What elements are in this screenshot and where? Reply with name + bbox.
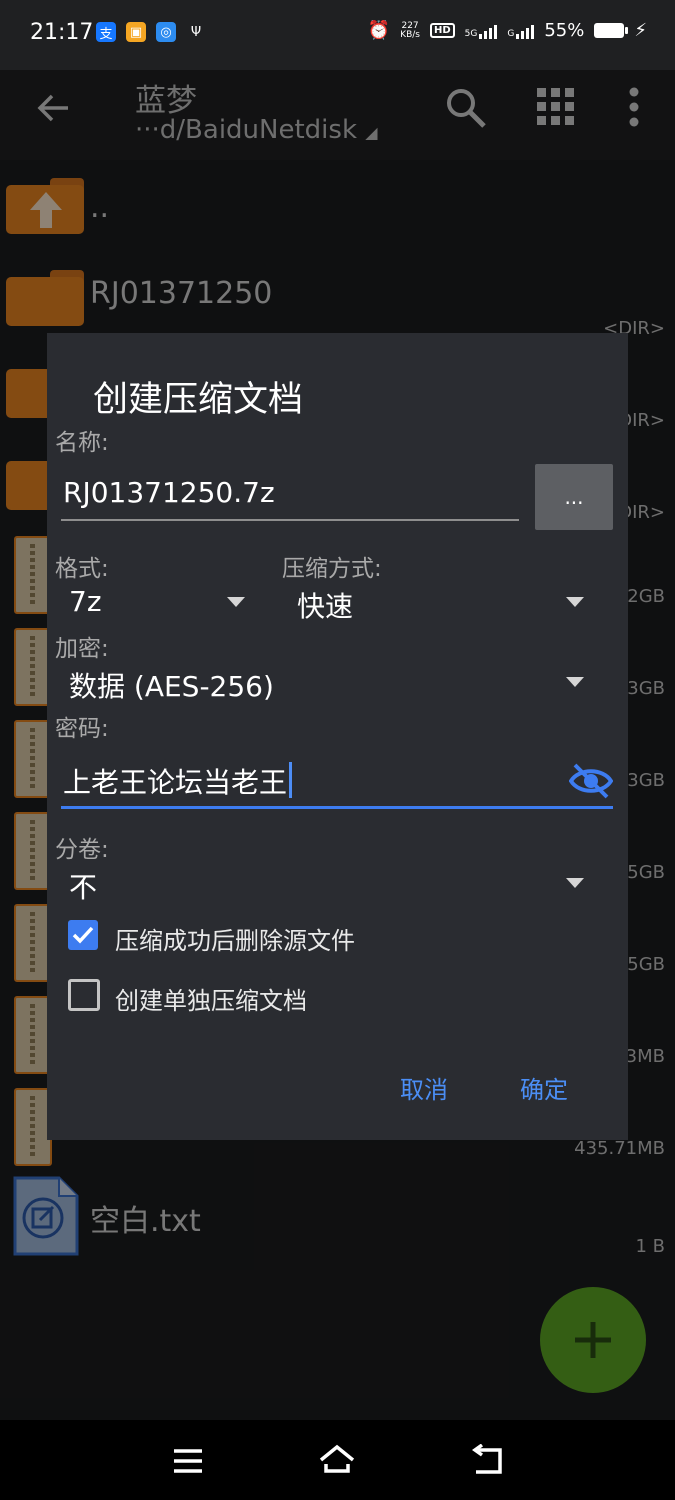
password-underline <box>61 806 613 809</box>
separate-archives-checkbox[interactable] <box>68 979 100 1011</box>
encryption-label: 加密: <box>55 636 109 662</box>
menu-icon[interactable] <box>172 1448 204 1474</box>
format-value: 7z <box>69 585 102 618</box>
format-label: 格式: <box>55 556 109 582</box>
split-value: 不 <box>69 871 98 904</box>
alarm-icon: ⏰ <box>367 20 391 41</box>
encryption-value: 数据 (AES-256) <box>69 670 274 703</box>
delete-source-label: 压缩成功后删除源文件 <box>115 927 355 955</box>
method-label: 压缩方式: <box>282 556 382 582</box>
alipay-icon: 支 <box>96 22 116 42</box>
gallery-icon: ▣ <box>126 22 146 42</box>
notification-icons: 支 ▣ ◎ Ψ <box>96 22 206 42</box>
archive-name-input[interactable]: RJ01371250.7z <box>63 476 275 509</box>
usb-icon: Ψ <box>190 24 202 40</box>
create-archive-dialog: 创建压缩文档 名称: RJ01371250.7z ... 格式: 压缩方式: 7… <box>47 333 628 1140</box>
browse-button[interactable]: ... <box>535 464 613 530</box>
checkmark-icon <box>72 926 94 944</box>
dialog-title: 创建压缩文档 <box>93 380 304 420</box>
name-label: 名称: <box>55 430 109 456</box>
name-input-underline <box>61 519 519 521</box>
back-nav-icon[interactable] <box>470 1444 504 1476</box>
cancel-button[interactable]: 取消 <box>400 1070 448 1105</box>
split-label: 分卷: <box>55 837 109 863</box>
status-right: ⏰ 227 KB/s HD 5G G 55% ⚡ <box>368 20 647 41</box>
delete-source-checkbox[interactable] <box>68 920 98 950</box>
battery-percent: 55% <box>544 20 585 41</box>
battery-icon <box>594 23 629 38</box>
separate-archives-label: 创建单独压缩文档 <box>115 987 307 1015</box>
signal-g-icon: G <box>507 23 535 39</box>
signal-5g-icon: 5G <box>465 23 498 39</box>
password-label: 密码: <box>55 716 109 742</box>
split-dropdown-icon <box>566 878 584 888</box>
system-nav-bar <box>0 1420 675 1500</box>
home-icon[interactable] <box>318 1444 356 1474</box>
password-visibility-toggle-icon[interactable] <box>569 763 613 799</box>
charging-icon: ⚡ <box>634 20 647 41</box>
net-speed: 227 KB/s <box>400 20 420 40</box>
format-dropdown-icon <box>227 597 245 607</box>
text-cursor <box>289 762 293 798</box>
password-input[interactable]: 上老王论坛当老王 <box>63 761 293 801</box>
encryption-dropdown-icon <box>566 677 584 687</box>
hd-icon: HD <box>429 23 455 38</box>
status-bar: 21:17 支 ▣ ◎ Ψ ⏰ 227 KB/s HD 5G G 55% ⚡ <box>0 0 675 70</box>
ok-button[interactable]: 确定 <box>520 1070 568 1105</box>
browser-icon: ◎ <box>156 22 176 42</box>
status-time: 21:17 <box>30 20 94 45</box>
method-dropdown-icon <box>566 597 584 607</box>
method-value: 快速 <box>297 590 354 623</box>
